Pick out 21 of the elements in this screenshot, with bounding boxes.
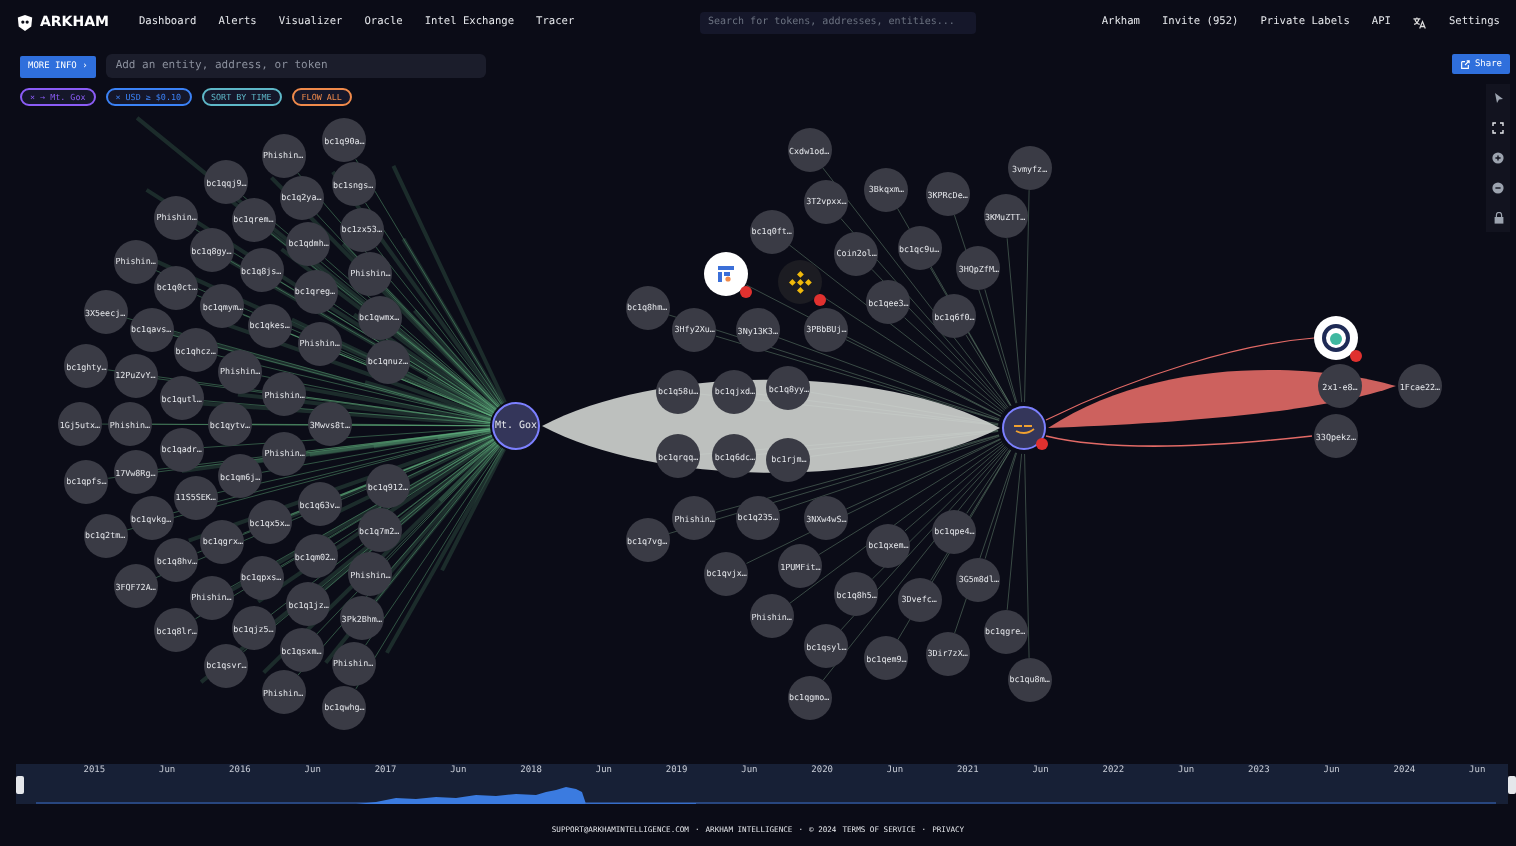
entity-node[interactable] [704, 252, 749, 297]
alert-dot-icon [1350, 350, 1362, 362]
alert-dot-icon [814, 293, 827, 306]
zoom-in-icon[interactable] [1492, 152, 1504, 164]
cursor-icon[interactable] [1493, 92, 1503, 104]
entity-node[interactable] [1314, 316, 1358, 360]
brand-logo-icon [16, 13, 34, 31]
lock-icon[interactable] [1493, 212, 1503, 224]
diamond-logo-icon [786, 267, 815, 296]
alert-dot-icon [740, 286, 753, 299]
alert-dot-icon [1036, 438, 1048, 450]
expand-icon[interactable] [1492, 122, 1504, 134]
share-icon [1460, 59, 1471, 69]
range-handle[interactable] [1508, 776, 1516, 794]
translate-icon[interactable] [1412, 15, 1427, 29]
hub-node[interactable] [1002, 406, 1046, 450]
range-handle[interactable] [16, 776, 24, 794]
zoom-out-icon[interactable] [1492, 182, 1504, 194]
ring-logo-icon [1320, 322, 1352, 354]
logo-icon [1012, 422, 1036, 434]
entity-node[interactable] [778, 259, 823, 304]
